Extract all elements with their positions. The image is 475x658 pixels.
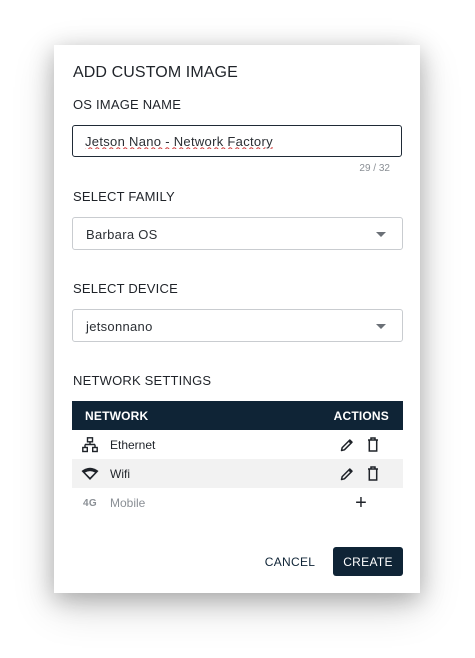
family-select-value: Barbara OS — [86, 227, 158, 242]
edit-icon[interactable] — [339, 465, 355, 482]
network-table-header: NETWORK ACTIONS — [72, 401, 403, 430]
column-header-actions: ACTIONS — [333, 409, 389, 423]
dialog-title: ADD CUSTOM IMAGE — [73, 64, 238, 81]
ethernet-icon — [81, 437, 99, 453]
edit-icon[interactable] — [339, 436, 355, 453]
column-header-network: NETWORK — [85, 409, 149, 423]
select-family-label: SELECT FAMILY — [73, 189, 175, 204]
4g-icon: 4G — [83, 497, 97, 509]
dropdown-arrow-icon — [376, 324, 386, 329]
add-icon[interactable]: + — [353, 493, 369, 513]
table-row-wifi: Wifi — [72, 459, 403, 488]
network-table: NETWORK ACTIONS Ethernet Wifi 4G Mobile … — [72, 401, 403, 517]
device-select[interactable]: jetsonnano — [72, 309, 403, 342]
family-select[interactable]: Barbara OS — [72, 217, 403, 250]
table-row-mobile: 4G Mobile + — [72, 488, 403, 517]
delete-icon[interactable] — [365, 436, 381, 453]
network-settings-label: NETWORK SETTINGS — [73, 373, 212, 388]
table-row-ethernet: Ethernet — [72, 430, 403, 459]
delete-icon[interactable] — [365, 465, 381, 482]
os-image-name-input[interactable] — [72, 125, 402, 157]
create-button[interactable]: CREATE — [333, 547, 403, 576]
network-name: Ethernet — [110, 438, 156, 452]
network-name: Wifi — [110, 467, 130, 481]
network-name: Mobile — [110, 496, 146, 510]
add-custom-image-dialog: ADD CUSTOM IMAGE OS IMAGE NAME 29 / 32 S… — [54, 45, 420, 593]
select-device-label: SELECT DEVICE — [73, 281, 178, 296]
wifi-icon — [81, 466, 99, 482]
dropdown-arrow-icon — [376, 232, 386, 237]
character-counter: 29 / 32 — [359, 163, 390, 174]
os-image-name-label: OS IMAGE NAME — [73, 97, 182, 112]
cancel-button[interactable]: CANCEL — [259, 547, 321, 576]
device-select-value: jetsonnano — [86, 319, 153, 334]
